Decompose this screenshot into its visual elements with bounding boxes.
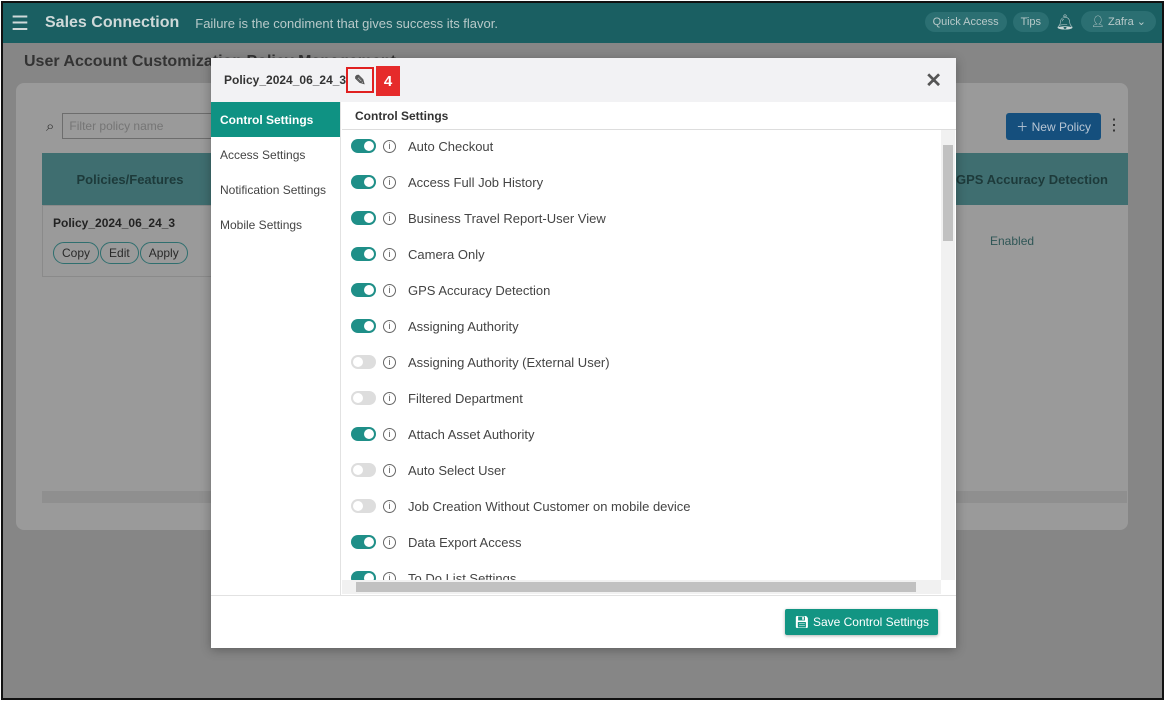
info-icon[interactable]: i — [383, 283, 396, 297]
more-options-icon[interactable]: ⋮ — [1106, 115, 1122, 135]
setting-label: Assigning Authority — [408, 318, 519, 334]
toggle-switch[interactable] — [351, 427, 376, 441]
app-name: Sales Connection — [45, 14, 180, 31]
info-icon[interactable]: i — [383, 139, 396, 153]
info-icon[interactable]: i — [383, 571, 396, 580]
setting-label: Attach Asset Authority — [408, 426, 535, 442]
save-icon: 💾︎ — [794, 615, 810, 629]
settings-list: i Auto Checkout i Access Full Job History i B… — [342, 130, 941, 580]
info-icon[interactable]: i — [383, 247, 396, 261]
chevron-down-icon: ⌄ — [1133, 16, 1146, 28]
list-item: i Filtered Department — [342, 380, 941, 416]
toggle-switch[interactable] — [351, 139, 376, 153]
info-icon[interactable]: i — [383, 175, 396, 189]
app-window: ☰ Sales Connection Failure is the condim… — [1, 1, 1164, 700]
settings-nav: Control Settings Access Settings Notific… — [211, 102, 341, 595]
nav-control-settings[interactable]: Control Settings — [211, 102, 340, 137]
nav-access-settings[interactable]: Access Settings — [211, 137, 340, 172]
quick-access-button[interactable]: Quick Access — [924, 11, 1007, 32]
plus-icon: ＋ — [1016, 120, 1029, 134]
user-name: Zafra — [1108, 16, 1134, 28]
info-icon[interactable]: i — [383, 463, 396, 477]
search-icon: ⌕ — [46, 117, 55, 135]
section-title: Control Settings — [342, 102, 956, 130]
setting-label: Job Creation Without Customer on mobile … — [408, 498, 691, 514]
new-policy-label: New Policy — [1031, 120, 1091, 134]
toggle-switch[interactable] — [351, 571, 376, 580]
save-control-settings-button[interactable]: 💾︎ Save Control Settings — [785, 609, 938, 635]
bell-icon[interactable]: 🔔︎ — [1055, 13, 1075, 31]
list-item: i Auto Select User — [342, 452, 941, 488]
close-icon[interactable]: ✕ — [925, 68, 942, 93]
setting-label: Business Travel Report-User View — [408, 210, 606, 226]
list-item: i Job Creation Without Customer on mobile… — [342, 488, 941, 524]
list-item: i Data Export Access — [342, 524, 941, 560]
info-icon[interactable]: i — [383, 535, 396, 549]
toggle-switch[interactable] — [351, 247, 376, 261]
user-menu[interactable]: 👤︎ Zafra ⌄ — [1081, 11, 1156, 32]
toggle-switch[interactable] — [351, 175, 376, 189]
filter-policy-input[interactable] — [62, 113, 213, 139]
save-label: Save Control Settings — [812, 615, 929, 629]
info-icon[interactable]: i — [383, 355, 396, 369]
setting-label: Assigning Authority (External User) — [408, 354, 610, 370]
list-item: i Auto Checkout — [342, 130, 941, 164]
list-item: i Attach Asset Authority — [342, 416, 941, 452]
column-header-policies: Policies/Features — [42, 153, 218, 205]
setting-label: Access Full Job History — [408, 174, 544, 190]
info-icon[interactable]: i — [383, 427, 396, 441]
horizontal-scrollbar[interactable] — [342, 580, 941, 594]
setting-label: Auto Select User — [408, 462, 506, 478]
setting-label: Data Export Access — [408, 534, 522, 550]
tips-button[interactable]: Tips — [1012, 11, 1049, 32]
toggle-switch[interactable] — [351, 463, 376, 477]
info-icon[interactable]: i — [383, 499, 396, 513]
info-icon[interactable]: i — [383, 319, 396, 333]
list-item: i Access Full Job History — [342, 164, 941, 200]
edit-pencil-icon[interactable]: ✎ — [346, 67, 374, 93]
toggle-switch[interactable] — [351, 391, 376, 405]
top-bar: ☰ Sales Connection Failure is the condim… — [3, 3, 1162, 43]
policy-name: Policy_2024_06_24_3 — [53, 216, 176, 230]
edit-button[interactable]: Edit — [100, 242, 139, 264]
toggle-switch[interactable] — [351, 283, 376, 297]
gps-value: Enabled — [990, 234, 1035, 248]
annotation-badge: 4 — [376, 66, 400, 96]
toggle-switch[interactable] — [351, 211, 376, 225]
toggle-switch[interactable] — [351, 535, 376, 549]
setting-label: Camera Only — [408, 246, 485, 262]
list-item: i GPS Accuracy Detection — [342, 272, 941, 308]
list-item: i To Do List Settings — [342, 560, 941, 580]
column-header-gps: GPS Accuracy Detection — [936, 153, 1128, 205]
setting-label: Filtered Department — [408, 390, 523, 406]
list-item: i Business Travel Report-User View — [342, 200, 941, 236]
hamburger-menu-icon[interactable]: ☰ — [11, 11, 31, 36]
new-policy-button[interactable]: ＋ New Policy — [1006, 113, 1101, 140]
modal-title: Policy_2024_06_24_3 — [224, 73, 347, 87]
policy-edit-modal: Policy_2024_06_24_3 ✎ 4 ✕ Control Settin… — [211, 58, 956, 648]
toggle-switch[interactable] — [351, 355, 376, 369]
toggle-switch[interactable] — [351, 319, 376, 333]
apply-button[interactable]: Apply — [139, 242, 188, 264]
list-item: i Assigning Authority — [342, 308, 941, 344]
user-icon: 👤︎ — [1091, 16, 1109, 28]
setting-label: Auto Checkout — [408, 138, 494, 154]
table-row: Policy_2024_06_24_3 Copy Edit Apply — [42, 205, 212, 277]
slogan: Failure is the condiment that gives succ… — [195, 15, 498, 31]
list-item: i Assigning Authority (External User) — [342, 344, 941, 380]
copy-button[interactable]: Copy — [53, 242, 100, 264]
toggle-switch[interactable] — [351, 499, 376, 513]
vertical-scrollbar[interactable] — [941, 130, 955, 580]
nav-notification-settings[interactable]: Notification Settings — [211, 172, 340, 207]
info-icon[interactable]: i — [383, 391, 396, 405]
nav-mobile-settings[interactable]: Mobile Settings — [211, 207, 340, 242]
info-icon[interactable]: i — [383, 211, 396, 225]
list-item: i Camera Only — [342, 236, 941, 272]
setting-label: GPS Accuracy Detection — [408, 282, 551, 298]
setting-label: To Do List Settings — [408, 570, 517, 581]
